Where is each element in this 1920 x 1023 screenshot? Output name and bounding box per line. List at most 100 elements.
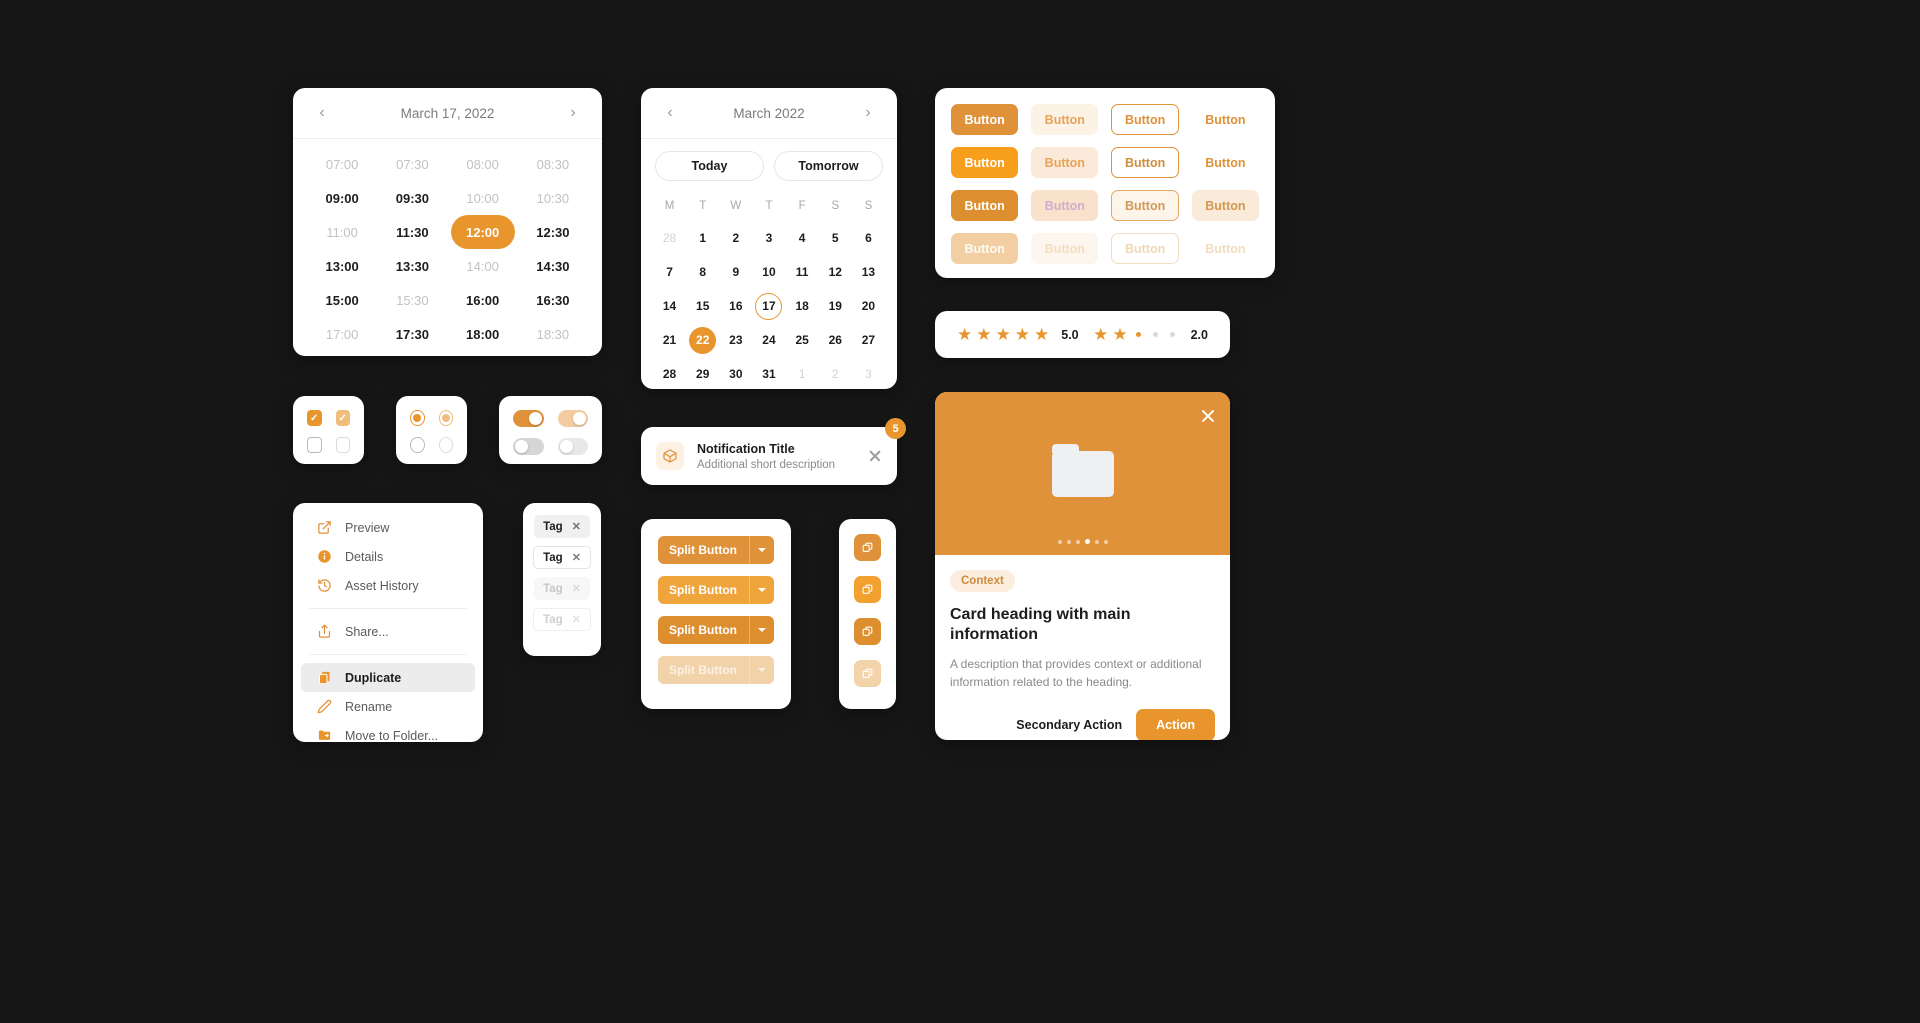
checkbox-unchecked-light[interactable] [335, 437, 350, 453]
calendar-day[interactable]: 29 [686, 357, 719, 391]
calendar-day[interactable]: 3 [752, 221, 785, 255]
tag-chip[interactable]: Tag ✕ [534, 515, 590, 538]
calendar-day[interactable]: 28 [653, 357, 686, 391]
demo-button[interactable]: Button [1111, 190, 1179, 221]
checkbox-unchecked[interactable] [307, 437, 322, 453]
menu-item[interactable]: Asset History [301, 571, 475, 600]
time-slot[interactable]: 09:00 [310, 181, 374, 215]
split-button-label[interactable]: Split Button [658, 616, 749, 644]
calendar-day[interactable]: 25 [786, 323, 819, 357]
star-rating-full[interactable]: ★ ★ ★ ★ ★ [957, 326, 1049, 343]
carousel-dot[interactable] [1066, 539, 1071, 544]
icon-button[interactable] [854, 576, 881, 603]
carousel-dot[interactable] [1084, 539, 1090, 544]
secondary-action-button[interactable]: Secondary Action [1016, 718, 1122, 732]
calendar-day[interactable]: 31 [752, 357, 785, 391]
demo-button[interactable]: Button [1031, 190, 1099, 221]
calendar-day[interactable]: 5 [819, 221, 852, 255]
calendar-day[interactable]: 15 [686, 289, 719, 323]
split-button[interactable]: Split Button [658, 616, 774, 644]
carousel-dot[interactable] [1057, 539, 1062, 544]
toggle-on[interactable] [513, 410, 544, 427]
close-icon[interactable]: ✕ [572, 613, 581, 626]
tag-chip[interactable]: Tag ✕ [533, 608, 591, 631]
menu-item[interactable]: Preview [301, 513, 475, 542]
demo-button[interactable]: Button [951, 104, 1019, 135]
carousel-dots[interactable] [935, 539, 1230, 544]
carousel-dot[interactable] [1094, 539, 1099, 544]
rating-dot[interactable] [1152, 332, 1158, 337]
calendar-day[interactable]: 24 [752, 323, 785, 357]
calendar-day[interactable]: 12 [819, 255, 852, 289]
time-slot[interactable]: 18:00 [451, 317, 515, 351]
calendar-day[interactable]: 11 [786, 255, 819, 289]
demo-button[interactable]: Button [1192, 147, 1259, 178]
menu-item[interactable]: Share... [301, 617, 475, 646]
menu-item[interactable]: Rename [301, 692, 475, 721]
split-button[interactable]: Split Button [658, 576, 774, 604]
chevron-left-icon[interactable]: ‹ [313, 105, 331, 121]
split-button[interactable]: Split Button [658, 536, 774, 564]
rating-dot[interactable] [1169, 332, 1175, 337]
time-slot[interactable]: 13:30 [380, 249, 444, 283]
calendar-day[interactable]: 9 [719, 255, 752, 289]
close-icon[interactable]: ✕ [572, 582, 581, 595]
star-icon[interactable]: ★ [976, 326, 991, 343]
icon-button[interactable] [854, 618, 881, 645]
star-rating-partial[interactable]: ★ ★ [1093, 326, 1179, 343]
calendar-day[interactable]: 30 [719, 357, 752, 391]
close-icon[interactable]: ✕ [572, 551, 581, 564]
calendar-day[interactable]: 4 [786, 221, 819, 255]
close-icon[interactable] [868, 449, 882, 463]
tag-chip[interactable]: Tag ✕ [533, 546, 591, 569]
radio-selected-light[interactable] [438, 410, 453, 426]
rating-dot[interactable] [1135, 332, 1141, 337]
calendar-day[interactable]: 23 [719, 323, 752, 357]
calendar-day[interactable]: 14 [653, 289, 686, 323]
star-icon[interactable]: ★ [1093, 326, 1108, 343]
carousel-dot[interactable] [1075, 539, 1080, 544]
calendar-day[interactable]: 7 [653, 255, 686, 289]
caret-down-icon[interactable] [749, 576, 774, 604]
tomorrow-button[interactable]: Tomorrow [774, 151, 883, 181]
demo-button[interactable]: Button [1111, 147, 1179, 178]
time-slot[interactable]: 16:00 [451, 283, 515, 317]
time-slot[interactable]: 12:00 [450, 215, 515, 249]
star-icon[interactable]: ★ [957, 326, 972, 343]
chevron-left-icon[interactable]: ‹ [661, 105, 679, 121]
demo-button[interactable]: Button [1111, 104, 1179, 135]
time-slot[interactable]: 12:30 [521, 215, 585, 249]
close-icon[interactable]: ✕ [572, 520, 581, 533]
today-button[interactable]: Today [655, 151, 764, 181]
calendar-day[interactable]: 2 [719, 221, 752, 255]
toggle-off-light[interactable] [557, 438, 588, 455]
menu-item[interactable]: Duplicate [301, 663, 475, 692]
calendar-day[interactable]: 1 [686, 221, 719, 255]
calendar-day[interactable]: 10 [752, 255, 785, 289]
demo-button[interactable]: Button [1031, 104, 1099, 135]
icon-button[interactable] [854, 534, 881, 561]
split-button-label[interactable]: Split Button [658, 536, 749, 564]
demo-button[interactable]: Button [951, 190, 1019, 221]
star-icon[interactable]: ★ [1015, 326, 1030, 343]
radio-unselected-light[interactable] [438, 437, 453, 453]
toggle-on-light[interactable] [557, 410, 588, 427]
star-icon[interactable]: ★ [1112, 326, 1127, 343]
time-slot[interactable]: 16:30 [521, 283, 585, 317]
checkbox-checked-light[interactable]: ✓ [335, 410, 350, 426]
star-icon[interactable]: ★ [1034, 326, 1049, 343]
calendar-day[interactable]: 16 [719, 289, 752, 323]
time-slot[interactable]: 15:00 [310, 283, 374, 317]
calendar-day[interactable]: 17 [752, 289, 785, 323]
demo-button[interactable]: Button [1192, 104, 1259, 135]
primary-action-button[interactable]: Action [1136, 709, 1215, 740]
calendar-day[interactable]: 18 [786, 289, 819, 323]
carousel-dot[interactable] [1103, 539, 1108, 544]
radio-unselected[interactable] [410, 437, 425, 453]
close-icon[interactable] [1200, 408, 1216, 424]
chevron-right-icon[interactable]: › [564, 105, 582, 121]
caret-down-icon[interactable] [749, 536, 774, 564]
radio-selected[interactable] [410, 410, 425, 426]
time-slot[interactable]: 14:30 [521, 249, 585, 283]
demo-button[interactable]: Button [1191, 190, 1259, 221]
